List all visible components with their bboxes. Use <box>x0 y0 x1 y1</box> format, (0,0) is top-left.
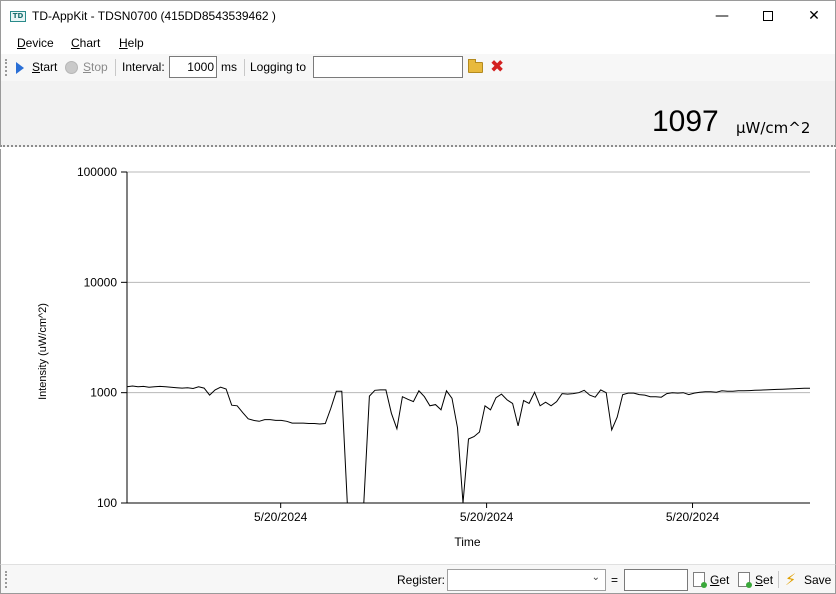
menu-device[interactable]: Device <box>17 36 54 50</box>
set-button[interactable]: Set <box>755 573 773 587</box>
menu-help[interactable]: Help <box>119 36 144 50</box>
reading-unit: μW/cm^2 <box>736 119 811 137</box>
get-accel: G <box>710 573 720 587</box>
lightning-icon: ⚡ <box>785 570 797 589</box>
window-title: TD-AppKit - TDSN0700 (415DD8543539462 ) <box>32 9 276 23</box>
toolbar-separator <box>115 59 116 76</box>
set-accel: S <box>755 573 764 587</box>
menu-chart-label: hart <box>79 36 101 50</box>
stop-label: top <box>91 60 108 74</box>
y-tick-label: 100 <box>97 496 117 510</box>
menu-chart[interactable]: Chart <box>71 36 100 50</box>
maximize-icon <box>763 11 773 21</box>
menu-device-accel: D <box>17 36 26 50</box>
interval-label: Interval: <box>122 60 165 74</box>
close-button[interactable]: ✕ <box>791 1 836 32</box>
play-icon <box>16 62 24 74</box>
menu-help-label: elp <box>127 36 144 50</box>
interval-input[interactable]: 1000 <box>169 56 217 78</box>
menu-chart-accel: C <box>71 36 80 50</box>
status-bar: Register: ⌄ = Get Set ⚡ Save <box>0 564 836 594</box>
equals-label: = <box>611 573 619 587</box>
minimize-button[interactable]: — <box>699 1 745 32</box>
statusbar-separator <box>778 571 779 588</box>
intensity-chart: 100 1000 10000 100000 5/20/2024 5/20/2024 5/20… <box>37 165 811 549</box>
set-label: et <box>763 573 774 587</box>
app-icon: TD <box>10 11 26 22</box>
set-icon <box>738 572 752 588</box>
chart-area: 100 1000 10000 100000 5/20/2024 5/20/2024 5/20… <box>0 149 836 564</box>
stop-icon <box>65 61 78 74</box>
x-tick-label: 5/20/2024 <box>254 510 308 524</box>
register-select[interactable]: ⌄ <box>447 569 606 591</box>
series-line <box>126 385 811 504</box>
toolbar-grip[interactable] <box>5 59 7 76</box>
chevron-down-icon: ⌄ <box>591 572 600 583</box>
menu-help-accel: H <box>119 36 128 50</box>
menu-bar: Device Chart Help <box>0 32 836 54</box>
maximize-button[interactable] <box>745 1 791 32</box>
x-axis-label: Time <box>454 535 481 549</box>
start-label: tart <box>40 60 58 74</box>
toolbar: Start Stop Interval: 1000 ms Logging to … <box>0 54 836 81</box>
logging-path-input[interactable] <box>313 56 463 78</box>
get-button[interactable]: Get <box>710 573 729 587</box>
start-accel: S <box>32 60 41 74</box>
y-tick-label: 100000 <box>77 165 117 179</box>
y-axis-label: Intensity (uW/cm^2) <box>37 303 49 400</box>
title-bar: TD TD-AppKit - TDSN0700 (415DD8543539462… <box>0 0 836 32</box>
interval-unit: ms <box>221 60 237 74</box>
menu-device-label: evice <box>25 36 54 50</box>
logging-label: Logging to <box>250 60 307 74</box>
reading-panel: 1097 μW/cm^2 <box>0 81 836 147</box>
y-tick-label: 10000 <box>84 275 118 289</box>
register-result-input[interactable] <box>624 569 688 591</box>
toolbar-separator <box>244 59 245 76</box>
folder-open-icon[interactable] <box>468 59 483 73</box>
stop-button[interactable]: Stop <box>83 60 108 74</box>
statusbar-grip[interactable] <box>5 571 7 588</box>
save-button[interactable]: Save <box>804 573 831 587</box>
x-tick-label: 5/20/2024 <box>666 510 720 524</box>
get-label: et <box>719 573 730 587</box>
stop-accel: S <box>83 60 92 74</box>
register-label: Register: <box>397 573 446 587</box>
clear-log-icon[interactable]: ✖ <box>490 58 504 76</box>
get-icon <box>693 572 707 588</box>
x-tick-label: 5/20/2024 <box>460 510 514 524</box>
y-tick-label: 1000 <box>90 386 117 400</box>
reading-value: 1097 <box>652 105 719 138</box>
start-button[interactable]: Start <box>32 60 57 74</box>
